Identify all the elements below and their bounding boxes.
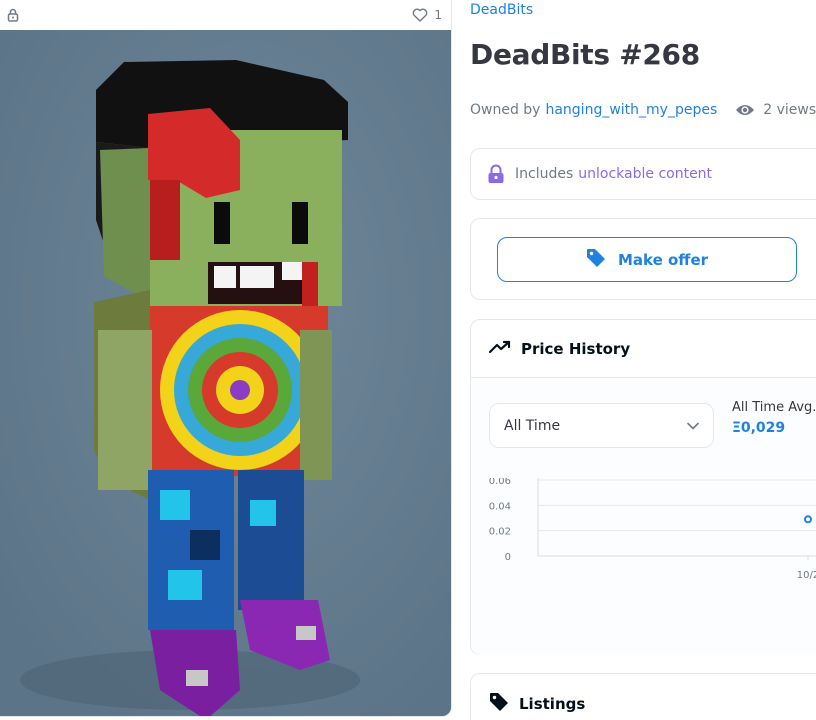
listings-panel-header[interactable]: Listings [470,673,816,720]
period-select[interactable]: All Time [489,403,714,448]
owner-row: Owned by hanging_with_my_pepes 2 views [470,102,816,118]
voxel-zombie-illustration [0,30,451,716]
listings-title: Listings [519,694,586,713]
tag-dark-icon [489,692,509,716]
chart-y-tick-label: 0.06 [489,478,511,487]
chart-x-tick-label: 10/2 [797,570,816,581]
nft-image[interactable] [0,30,451,716]
eye-icon [735,103,755,117]
price-history-chart: 0 0.02 0.04 0.06 10/2 [489,478,816,581]
price-history-header[interactable]: Price History [471,320,816,378]
unlockable-content-banner[interactable]: Includes unlockable content [470,148,816,200]
media-header: 1 [0,0,451,30]
unlockable-link[interactable]: unlockable content [578,166,712,182]
offer-panel: Make offer [470,218,816,300]
chart-y-tick-label: 0 [505,552,511,563]
owned-by-label: Owned by [470,102,541,118]
unlockable-lock-icon [487,164,505,184]
heart-icon [412,8,428,22]
trending-icon [488,340,511,358]
unlockable-prefix: Includes [515,166,574,182]
lock-icon [6,8,20,22]
period-select-value: All Time [504,417,561,434]
favorite-button[interactable]: 1 [412,8,442,22]
price-history-panel: Price History All Time All Time Avg. Ξ0,… [470,319,816,655]
media-card: 1 [0,0,452,717]
avg-price-value: Ξ0,029 [732,420,786,436]
favorite-count: 1 [434,8,442,22]
chevron-down-icon [687,418,699,434]
tag-icon [586,248,606,272]
chart-data-point[interactable] [804,515,812,524]
asset-title: DeadBits #268 [470,38,700,71]
make-offer-label: Make offer [617,250,709,269]
price-history-title: Price History [521,339,631,358]
collection-link[interactable]: DeadBits [470,2,533,18]
make-offer-button[interactable]: Make offer [497,237,797,282]
price-history-body: All Time All Time Avg. Ξ0,029 0 0.02 0.04 0… [471,378,816,655]
avg-price-label: All Time Avg. [732,400,816,415]
owner-link[interactable]: hanging_with_my_pepes [545,102,717,118]
chart-y-tick-label: 0.02 [489,527,511,538]
views-count: 2 views [735,102,816,118]
chart-y-tick-label: 0.04 [489,501,511,512]
views-label: 2 views [763,102,816,118]
